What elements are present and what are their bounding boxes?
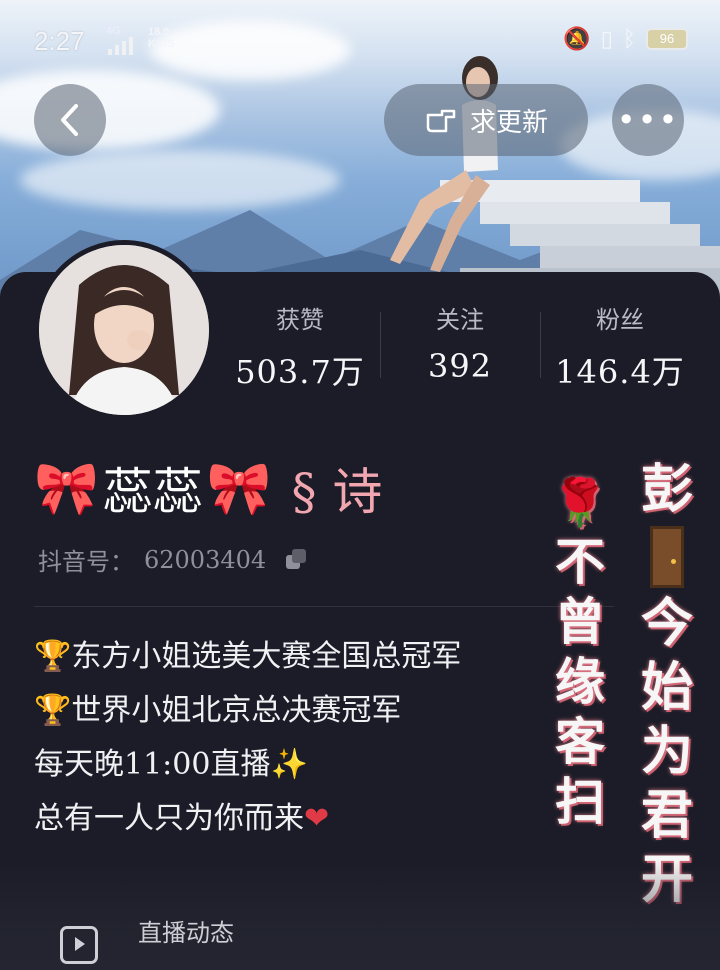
- more-dots-icon: •••: [616, 101, 680, 139]
- bio-text: 世界小姐北京总决赛冠军: [71, 693, 402, 728]
- battery-icon: 96: [646, 28, 688, 50]
- stat-following[interactable]: 关注 392: [380, 300, 540, 393]
- bio-text: 总有一人只为你而来: [34, 801, 304, 836]
- pointing-hand-icon: [426, 109, 456, 133]
- rose-icon: 🌹: [551, 475, 609, 529]
- live-tv-icon: [60, 926, 98, 964]
- bio-line: 每天晚11:00直播✨: [34, 738, 461, 792]
- stat-followers[interactable]: 粉丝 146.4万: [540, 300, 700, 393]
- bio-text: 东方小姐选美大赛全国总冠军: [71, 639, 462, 674]
- bow-icon: 🎀: [206, 458, 272, 519]
- sparkles-icon: ✨: [270, 747, 308, 782]
- live-tab-label: 直播动态: [138, 918, 234, 947]
- vertical-poem-right: 彭 今 始 为 君 开: [632, 458, 702, 912]
- request-update-button[interactable]: 求更新: [384, 84, 588, 156]
- poem-char: 彭: [640, 459, 693, 520]
- stat-value: 503.7万: [235, 353, 365, 391]
- profile-nickname: 🎀 蕊蕊 🎀 § 诗: [34, 452, 382, 524]
- copy-icon[interactable]: [286, 548, 308, 571]
- stat-value: 146.4万: [555, 353, 685, 391]
- status-bar: 2:27 4G 18.0 KB/S 🔕 ▯ ᛒ 96: [0, 0, 720, 80]
- poem-char: 曾: [555, 592, 605, 651]
- live-tab[interactable]: 直播动态: [60, 896, 234, 964]
- bio-text: 每天晚11:00直播: [34, 747, 271, 782]
- profile-bio: 🏆东方小姐选美大赛全国总冠军 🏆世界小姐北京总决赛冠军 每天晚11:00直播✨ …: [34, 630, 461, 846]
- poem-char: 今: [640, 593, 693, 654]
- bow-icon: 🎀: [34, 458, 99, 519]
- douyin-id-row: 抖音号： 62003404: [38, 542, 308, 577]
- poem-char: 缘: [555, 652, 605, 711]
- poem-char: 始: [640, 657, 693, 718]
- poem-char: 扫: [555, 772, 605, 831]
- avatar-portrait: [39, 245, 209, 415]
- divider: [34, 606, 614, 607]
- vertical-poem-left: 🌹 不 曾 缘 客 扫: [548, 472, 612, 832]
- trophy-icon: 🏆: [34, 693, 72, 728]
- speed-value: 18.0: [148, 26, 170, 38]
- heart-icon: ❤: [304, 801, 330, 836]
- poem-char: 开: [640, 849, 693, 910]
- network-type: 4G: [106, 25, 121, 37]
- vibrate-icon: ▯: [600, 26, 613, 51]
- trophy-icon: 🏆: [34, 639, 72, 674]
- back-button[interactable]: [34, 84, 106, 156]
- poem-char: 不: [555, 532, 605, 591]
- bio-line: 总有一人只为你而来❤: [34, 792, 461, 846]
- douyin-id-value: 62003404: [144, 545, 267, 574]
- poem-char: 客: [555, 712, 605, 771]
- stat-likes[interactable]: 获赞 503.7万: [220, 300, 380, 393]
- stat-label: 关注: [436, 306, 484, 334]
- speed-unit: KB/S: [148, 38, 175, 50]
- stat-value: 392: [427, 347, 493, 385]
- more-options-button[interactable]: •••: [612, 84, 684, 156]
- bio-line: 🏆世界小姐北京总决赛冠军: [34, 684, 461, 738]
- bio-line: 🏆东方小姐选美大赛全国总冠军: [34, 630, 461, 684]
- cloud-shape: [0, 70, 220, 150]
- poem-char: 为: [640, 721, 693, 782]
- request-update-label: 求更新: [469, 107, 548, 138]
- signal-bars-icon: [108, 37, 133, 55]
- network-speed: 18.0 KB/S: [148, 26, 174, 50]
- douyin-id-label: 抖音号：: [38, 548, 134, 576]
- chevron-left-icon: [61, 104, 78, 136]
- nickname-tail: § 诗: [291, 463, 383, 521]
- poem-char: 君: [640, 785, 693, 846]
- signal-icon: 4G: [106, 26, 134, 55]
- avatar[interactable]: [34, 240, 214, 420]
- profile-stats: 获赞 503.7万 关注 392 粉丝 146.4万: [220, 300, 700, 393]
- stat-label: 获赞: [276, 306, 324, 334]
- door-icon: [650, 526, 684, 588]
- status-time: 2:27: [34, 26, 85, 56]
- mute-icon: 🔕: [563, 26, 591, 51]
- bluetooth-icon: ᛒ: [622, 26, 636, 51]
- status-icons: 🔕 ▯ ᛒ 96: [563, 26, 688, 52]
- nickname-text: 蕊蕊: [102, 463, 203, 521]
- stat-label: 粉丝: [596, 306, 644, 334]
